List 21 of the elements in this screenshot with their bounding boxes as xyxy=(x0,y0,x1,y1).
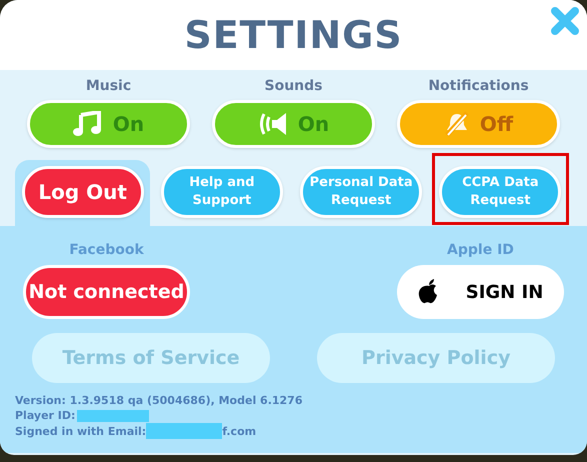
player-id-label: Player ID: xyxy=(15,408,76,423)
connect-button[interactable]: Not connected xyxy=(23,265,190,319)
toggle-button[interactable]: On xyxy=(27,100,190,148)
version-text: Version: 1.3.9518 qa (5004686), Model 6.1276 xyxy=(15,393,302,408)
music-note-icon xyxy=(72,111,103,137)
account-label: Apple ID xyxy=(447,241,514,260)
toggle-label: Sounds xyxy=(264,77,322,96)
toggle-button[interactable]: Off xyxy=(397,100,560,148)
toggle-label: Music xyxy=(86,77,132,96)
window-title: SETTINGS xyxy=(184,12,403,58)
close-icon xyxy=(550,6,580,36)
tab[interactable]: Log Out xyxy=(15,160,150,226)
muted-bell-icon xyxy=(444,111,470,137)
email-label: Signed in with Email: xyxy=(15,424,146,438)
email-text: f.com xyxy=(222,424,256,438)
account-label: Facebook xyxy=(69,241,144,260)
apple-icon xyxy=(418,279,440,305)
toggle-label: Notifications xyxy=(428,77,529,96)
toggle-button[interactable]: On xyxy=(212,100,375,148)
sign-in-button[interactable]: SIGN IN xyxy=(397,265,564,319)
speaker-icon xyxy=(258,111,288,137)
